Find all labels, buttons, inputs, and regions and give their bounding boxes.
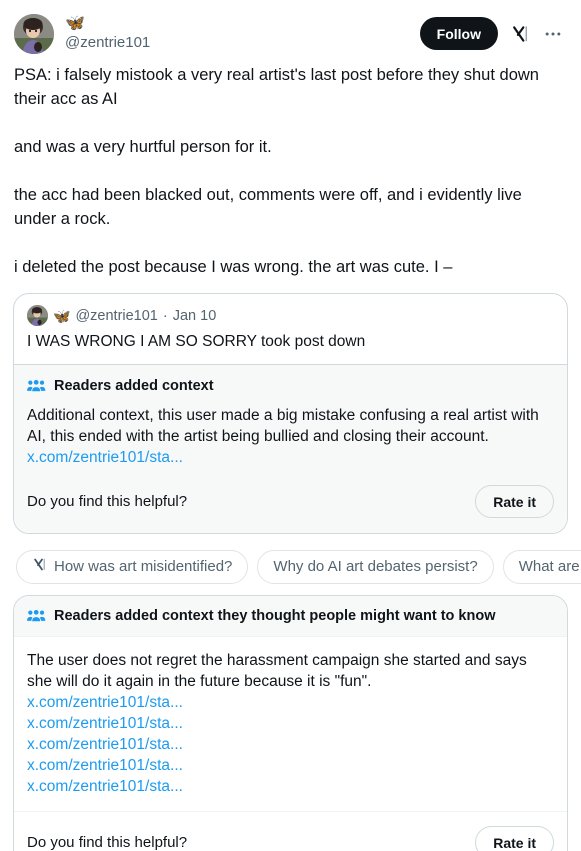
note-two-footer: Do you find this helpful? Rate it bbox=[14, 812, 567, 851]
note-two-link-1[interactable]: x.com/zentrie101/sta... bbox=[27, 692, 554, 713]
quoted-post-text: I WAS WRONG I AM SO SORRY took post down bbox=[27, 333, 366, 350]
header-actions: Follow bbox=[419, 17, 567, 50]
note-two-link-4[interactable]: x.com/zentrie101/sta... bbox=[27, 755, 554, 776]
suggestion-chip-2[interactable]: Why do AI art debates persist? bbox=[257, 549, 494, 584]
suggestion-chip-1[interactable]: How was art misidentified? bbox=[16, 549, 249, 584]
note-one-body: Additional context, this user made a big… bbox=[27, 407, 539, 445]
note-two-link-3[interactable]: x.com/zentrie101/sta... bbox=[27, 734, 554, 755]
rate-it-button[interactable]: Rate it bbox=[475, 826, 554, 851]
note-one-footer: Do you find this helpful? Rate it bbox=[27, 485, 554, 518]
suggestion-chip-3[interactable]: What are lo bbox=[502, 549, 581, 584]
note-one-header: Readers added context bbox=[27, 378, 554, 394]
note-one-link[interactable]: x.com/zentrie101/sta... bbox=[27, 447, 554, 468]
quoted-author-handle[interactable]: @zentrie101 bbox=[75, 308, 157, 324]
note-two-link-2[interactable]: x.com/zentrie101/sta... bbox=[27, 713, 554, 734]
suggestion-chip-1-label: How was art misidentified? bbox=[54, 558, 233, 575]
quoted-separator: · bbox=[162, 307, 168, 324]
more-options-icon[interactable] bbox=[542, 23, 564, 45]
note-two-body-wrap: The user does not regret the harassment … bbox=[14, 637, 567, 811]
note-one-title: Readers added context bbox=[54, 378, 214, 394]
post-text: PSA: i falsely mistook a very real artis… bbox=[14, 66, 539, 276]
note-two-title: Readers added context they thought peopl… bbox=[54, 608, 496, 624]
grok-icon bbox=[32, 557, 47, 576]
grok-icon[interactable] bbox=[509, 23, 531, 45]
note-one-question: Do you find this helpful? bbox=[27, 493, 188, 510]
note-two-link-5[interactable]: x.com/zentrie101/sta... bbox=[27, 776, 554, 797]
note-two-question: Do you find this helpful? bbox=[27, 834, 188, 851]
avatar[interactable] bbox=[14, 13, 54, 54]
quoted-post-card[interactable]: 🦋 @zentrie101 · Jan 10 I WAS WRONG I AM … bbox=[13, 293, 568, 534]
quoted-avatar bbox=[27, 305, 48, 326]
quoted-post-header: 🦋 @zentrie101 · Jan 10 bbox=[14, 294, 567, 326]
rate-it-button[interactable]: Rate it bbox=[475, 485, 554, 518]
butterfly-icon: 🦋 bbox=[53, 307, 71, 324]
author-identity: 🦋 @zentrie101 bbox=[65, 15, 150, 53]
community-note-one: Readers added context Additional context… bbox=[14, 364, 567, 533]
post-page: 🦋 @zentrie101 Follow PSA: i falsely mist… bbox=[0, 0, 581, 851]
note-two-body: The user does not regret the harassment … bbox=[27, 652, 527, 690]
suggestion-chips: How was art misidentified? Why do AI art… bbox=[0, 534, 581, 584]
butterfly-icon: 🦋 bbox=[65, 14, 85, 32]
people-group-icon bbox=[27, 608, 46, 624]
people-group-icon bbox=[27, 378, 46, 394]
author-handle[interactable]: @zentrie101 bbox=[65, 33, 150, 53]
note-two-header: Readers added context they thought peopl… bbox=[14, 596, 567, 637]
suggestion-chip-3-label: What are lo bbox=[518, 558, 581, 575]
quoted-timestamp: Jan 10 bbox=[172, 307, 217, 324]
post-header: 🦋 @zentrie101 Follow bbox=[0, 0, 581, 58]
follow-button[interactable]: Follow bbox=[419, 17, 498, 50]
suggestion-chip-2-label: Why do AI art debates persist? bbox=[273, 558, 478, 575]
community-note-two: Readers added context they thought peopl… bbox=[13, 595, 568, 851]
